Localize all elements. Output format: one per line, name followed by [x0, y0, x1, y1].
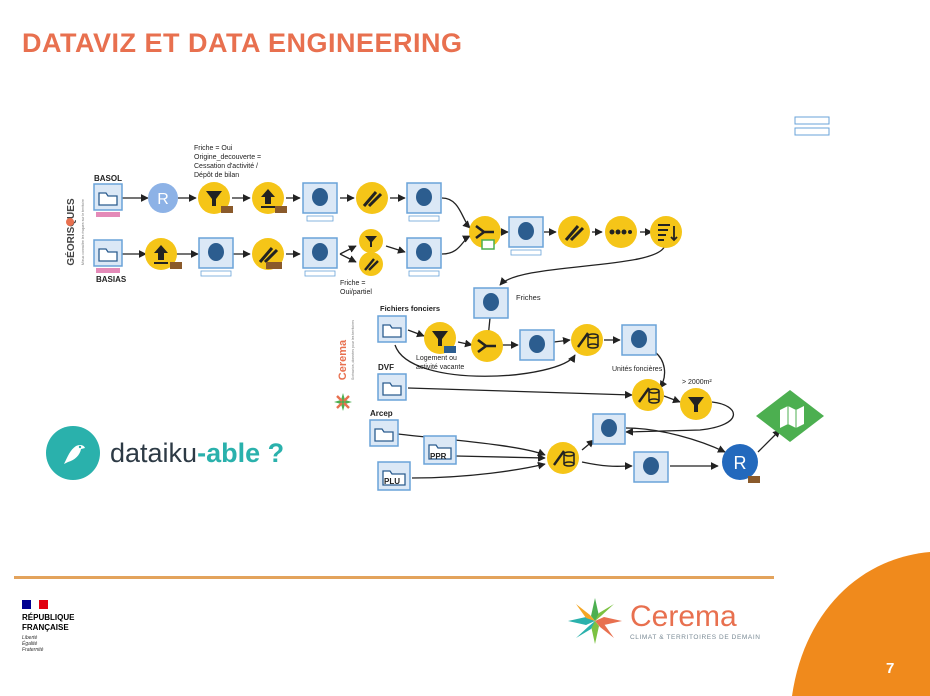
svg-text:R: R	[157, 191, 169, 208]
dataiku-able-text: dataiku-able ?	[110, 437, 285, 468]
label-fichiers-fonciers: Fichiers fonciers	[380, 304, 440, 313]
orange-corner-shape	[792, 552, 930, 696]
label-plu: PLU	[384, 477, 400, 486]
cerema-name: Cerema	[630, 599, 737, 633]
label-logement: Logement ou activité vacante	[416, 355, 464, 371]
join-recipe-icon-1	[469, 216, 501, 250]
label-friches: Friches	[516, 293, 541, 302]
label-basias: BASIAS	[96, 275, 127, 284]
r-recipe-icon: R	[148, 183, 178, 213]
label-ppr: PPR	[430, 452, 447, 461]
motto: Liberté Égalité Fraternité	[22, 635, 44, 653]
cerema-burst-logo-icon	[568, 598, 622, 644]
svg-text:Mieux connaître les risques su: Mieux connaître les risques sur le terri…	[81, 199, 85, 265]
folder-fichiers-fonciers	[377, 315, 407, 343]
republique-francaise-logo: RÉPUBLIQUE FRANÇAISE Liberté Égalité Frate…	[22, 600, 74, 653]
svg-text:R: R	[734, 453, 747, 473]
sort-recipe-icon	[650, 216, 682, 248]
svg-text:GÉORISQUES: GÉORISQUES	[64, 198, 77, 266]
folder-dvf	[377, 373, 407, 401]
dataiku-bird-icon	[46, 426, 100, 480]
label-unites: Unités foncières	[612, 366, 663, 373]
sync-recipe-icon-2	[252, 238, 284, 270]
folder-basol	[93, 183, 123, 217]
label-arcep: Arcep	[370, 409, 393, 418]
sync-recipe-icon-3	[359, 252, 383, 276]
label-surface: > 2000m²	[682, 379, 712, 386]
window-recipe-icon	[605, 216, 637, 248]
stack-recipe-icon-3	[547, 442, 579, 474]
stack-recipe-icon-2	[632, 379, 664, 411]
upload-recipe-icon-1	[252, 182, 287, 214]
upload-recipe-icon-2	[145, 238, 182, 270]
svg-text:Cerema: Cerema	[337, 339, 349, 380]
filter-recipe-icon-4	[680, 388, 712, 420]
cerema-logo: Cerema CLIMAT & TERRITOIRES DE DEMAIN	[566, 596, 761, 646]
label-basol: BASOL	[94, 174, 122, 183]
footer-divider	[14, 576, 774, 579]
label-friche-partiel: Friche = Oui/partiel	[340, 280, 372, 296]
r-recipe-final-icon: R	[722, 444, 760, 483]
filter-recipe-icon-3	[424, 322, 456, 354]
folder-arcep	[369, 419, 399, 447]
georisques-logo: GÉORISQUES Mieux connaître les risques s…	[64, 198, 85, 266]
cerema-burst-icon	[334, 393, 352, 411]
label-dvf: DVF	[378, 363, 394, 372]
sync-recipe-icon-1	[356, 182, 388, 214]
join-recipe-icon-2	[471, 330, 503, 362]
stack-recipe-icon-1	[571, 324, 603, 356]
note-friche: Friche = Oui Origine_decouverte = Cessat…	[194, 145, 263, 179]
folder-basias	[93, 239, 123, 273]
sync-recipe-icon-4	[558, 216, 590, 248]
dataiku-callout: dataiku-able ?	[46, 425, 284, 481]
cerema-tagline: CLIMAT & TERRITOIRES DE DEMAIN	[630, 633, 761, 641]
legend-box	[794, 116, 830, 136]
filter-recipe-icon-2	[359, 229, 383, 253]
french-flag-icon	[22, 600, 49, 609]
svg-text:Scénarios, données pour les te: Scénarios, données pour les territoires	[351, 320, 355, 380]
map-output-icon	[756, 390, 824, 442]
page-number: 7	[886, 660, 895, 677]
filter-recipe-icon-1	[198, 182, 233, 214]
cerema-side-logo: Cerema Scénarios, données pour les terri…	[334, 320, 355, 411]
